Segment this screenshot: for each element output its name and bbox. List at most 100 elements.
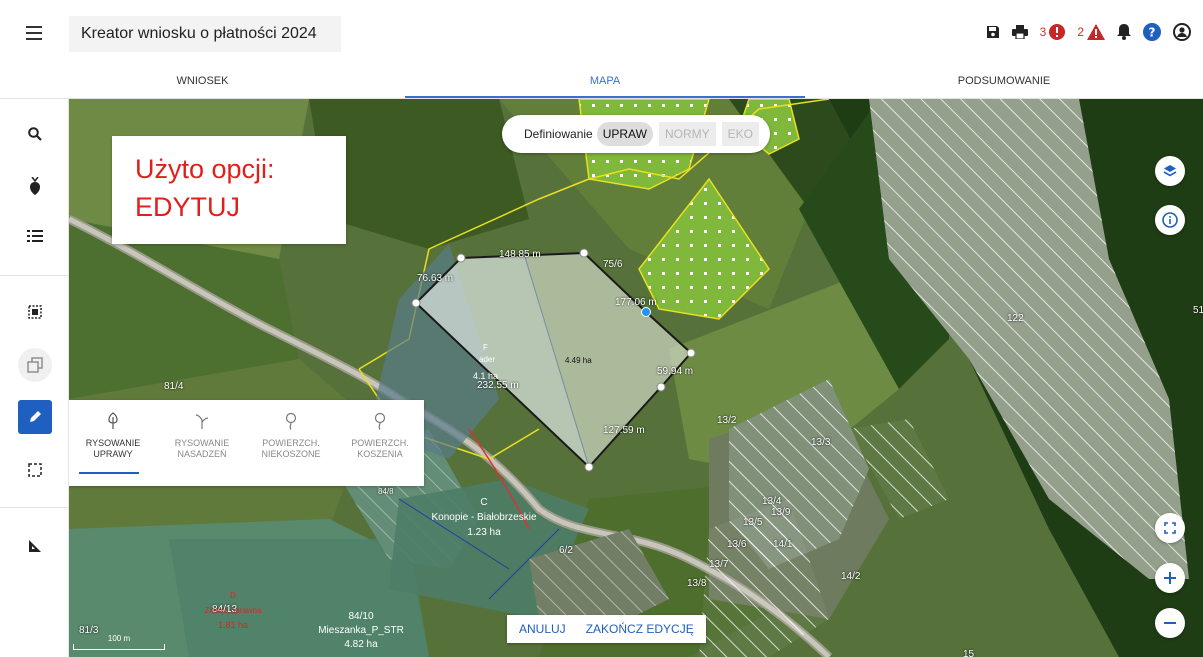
select-icon[interactable] [20, 297, 50, 327]
edit-icon[interactable] [18, 400, 52, 434]
main-tabs: WNIOSEK MAPA PODSUMOWANIE [0, 68, 1203, 99]
warning-icon [1087, 24, 1105, 40]
edit-notice: Użyto opcji: EDYTUJ [112, 136, 346, 244]
field-d-crop: Ziemia uprawna [204, 606, 262, 615]
parcel-label: 15 [963, 649, 975, 657]
top-actions: 3 2 ? [974, 20, 1191, 44]
tab-podsumowanie[interactable]: PODSUMOWANIE [805, 68, 1203, 98]
sprout-icon [195, 414, 209, 429]
parcel-label: 13/4 [762, 496, 782, 507]
errors-indicator[interactable]: 3 [1040, 20, 1066, 44]
frame-icon[interactable] [20, 455, 50, 485]
field-c-crop: Konopie - Białobrzeskie [431, 512, 537, 523]
measure-bottom-right: 127.59 m [603, 425, 645, 436]
warnings-indicator[interactable]: 2 [1077, 20, 1105, 44]
uncut-area-line2: NIEKOSZONE [261, 449, 321, 459]
fullscreen-button[interactable] [1155, 513, 1185, 543]
option-normy[interactable]: NORMY [658, 122, 716, 146]
field-c-letter: C [480, 497, 488, 508]
parcel-label: 14/2 [841, 571, 861, 582]
draw-planting-line2: NASADZEŃ [177, 449, 227, 459]
definiowanie-label: Definiowanie [524, 127, 593, 141]
balloon-icon [285, 412, 297, 430]
option-eko[interactable]: EKO [721, 122, 759, 146]
bell-icon[interactable] [1117, 20, 1131, 44]
plus-icon [1164, 572, 1176, 584]
measure-right-diag: 177.06 m [615, 297, 657, 308]
draw-planting-line1: RYSOWANIE [174, 438, 230, 448]
search-icon[interactable] [20, 119, 50, 149]
finish-edit-button[interactable]: ZAKOŃCZ EDYCJĘ [586, 622, 694, 636]
active-underline [79, 472, 139, 474]
parcel-label: 13/3 [811, 437, 831, 448]
left-toolbar [0, 99, 69, 657]
parcel-label: 122 [1007, 313, 1024, 324]
map-view[interactable]: 148.85 m 76.63 m 177.06 m 59.94 m 232.55… [69, 99, 1203, 657]
parcel-label: 84/10 [348, 611, 374, 622]
draw-crop-button[interactable]: RYSOWANIE UPRAWY [69, 412, 157, 474]
field-84-area: 4.82 ha [344, 639, 378, 650]
layers-button[interactable] [1155, 156, 1185, 186]
balloon-icon [374, 412, 386, 430]
help-icon[interactable]: ? [1143, 20, 1161, 44]
uncut-area-button[interactable]: POWIERZCH. NIEKOSZONE [247, 412, 335, 460]
definiowanie-toggle: Definiowanie UPRAW NORMY EKO [502, 115, 770, 153]
draw-crop-line2: UPRAWY [93, 449, 133, 459]
drawing-mode-panel: RYSOWANIE UPRAWY RYSOWANIE NASADZEŃ POWI… [69, 400, 424, 486]
parcel-label: 51 [1193, 305, 1203, 316]
field-f-letter: F [483, 343, 488, 352]
draw-crop-line1: RYSOWANIE [85, 438, 141, 448]
layers-icon [1163, 165, 1177, 177]
save-icon[interactable] [986, 20, 1000, 44]
cancel-button[interactable]: ANULUJ [519, 622, 566, 636]
field-84-crop: Mieszanka_P_STR [318, 625, 404, 636]
scale-line [73, 644, 165, 650]
pin-icon[interactable] [20, 171, 50, 201]
zoom-in-button[interactable] [1155, 563, 1185, 593]
parcel-label: 13/8 [687, 578, 707, 589]
fullscreen-icon [1164, 522, 1176, 534]
tab-mapa[interactable]: MAPA [405, 68, 805, 98]
parcel-label: 81/4 [164, 381, 184, 392]
print-icon[interactable] [1011, 20, 1028, 44]
parcel-label: 13/5 [743, 517, 763, 528]
account-icon[interactable] [1173, 20, 1191, 44]
field-f-crop: ader [479, 355, 496, 364]
notice-line-1: Użyto opcji: [135, 154, 275, 184]
measure-icon[interactable] [20, 531, 50, 561]
list-icon[interactable] [20, 221, 50, 251]
parcel-label: 13/6 [727, 539, 747, 550]
svg-text:?: ? [1149, 26, 1156, 40]
hamburger-menu-icon[interactable] [26, 26, 42, 40]
toolbar-separator [0, 507, 69, 508]
info-icon [1162, 212, 1178, 228]
app-root: Kreator wniosku o płatności 2024 3 2 ? W… [0, 0, 1203, 657]
parcel-label: 6/2 [559, 545, 573, 556]
cut-area-button[interactable]: POWIERZCH. KOSZENIA [336, 412, 424, 460]
copy-icon[interactable] [18, 348, 52, 382]
measure-bottom-left: 232.55 m [477, 380, 519, 391]
measure-top: 148.85 m [499, 249, 541, 260]
tree-icon [108, 412, 118, 429]
draw-planting-button[interactable]: RYSOWANIE NASADZEŃ [158, 412, 246, 460]
field-f-area: 4.1 ha [473, 371, 499, 381]
measure-left: 76.63 m [417, 273, 454, 284]
error-icon [1049, 24, 1066, 40]
scale-bar: 100 m [73, 634, 165, 650]
tab-wniosek[interactable]: WNIOSEK [0, 68, 405, 98]
parcel-label: 84/8 [378, 487, 394, 496]
option-upraw[interactable]: UPRAW [596, 122, 653, 146]
field-d-letter: D [230, 591, 236, 600]
minus-icon [1164, 622, 1176, 624]
zoom-out-button[interactable] [1155, 608, 1185, 638]
cut-area-line2: KOSZENIA [357, 449, 403, 459]
cut-area-line1: POWIERZCH. [351, 438, 409, 448]
top-bar: Kreator wniosku o płatności 2024 3 2 ? [0, 0, 1203, 68]
edit-actions: ANULUJ ZAKOŃCZ EDYCJĘ [507, 615, 706, 643]
parcel-label: 75/6 [603, 259, 623, 270]
info-button[interactable] [1155, 205, 1185, 235]
toolbar-separator [0, 275, 69, 276]
field-d-area: 1.81 ha [217, 620, 249, 630]
parcel-label: 13/9 [771, 507, 791, 518]
measure-right: 59.94 m [657, 366, 694, 377]
